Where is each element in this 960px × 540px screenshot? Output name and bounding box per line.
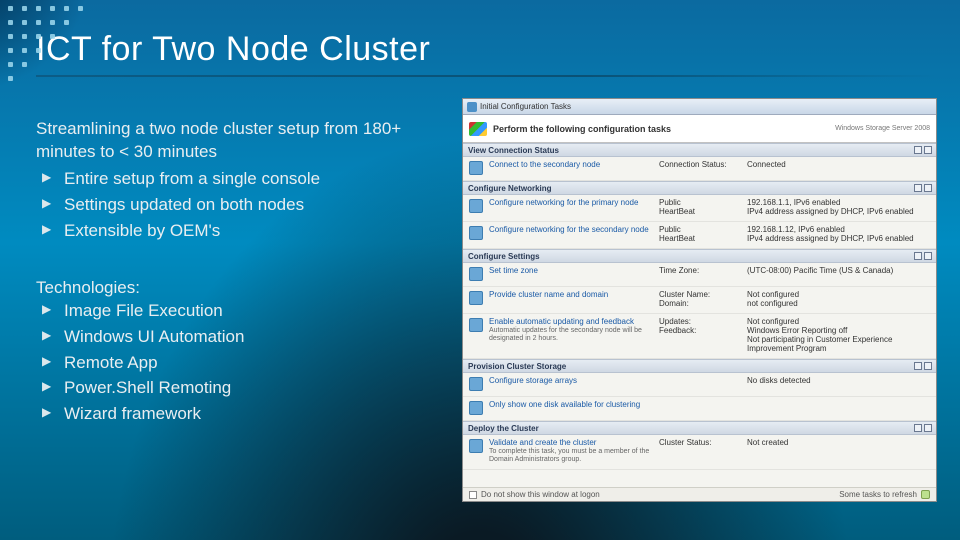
- footer-left-text: Do not show this window at logon: [481, 490, 600, 499]
- section-btn-icon: [924, 184, 932, 192]
- task-icon: [469, 291, 483, 305]
- section-header: Deploy the Cluster: [463, 421, 936, 435]
- task-key: Time Zone:: [659, 266, 747, 275]
- window-title: Initial Configuration Tasks: [480, 102, 571, 111]
- config-row: Connect to the secondary nodeConnection …: [463, 157, 936, 181]
- banner: Perform the following configuration task…: [463, 115, 936, 143]
- section-btn-icon: [924, 424, 932, 432]
- task-key: Updates:Feedback:: [659, 317, 747, 335]
- bullet: Settings updated on both nodes: [36, 194, 436, 217]
- section-btn-icon: [914, 424, 922, 432]
- section-header: View Connection Status: [463, 143, 936, 157]
- section-header: Provision Cluster Storage: [463, 359, 936, 373]
- task-value: 192.168.1.12, IPv6 enabledIPv4 address a…: [747, 225, 930, 243]
- section-header: Configure Settings: [463, 249, 936, 263]
- config-row: Configure networking for the primary nod…: [463, 195, 936, 222]
- task-link: Enable automatic updating and feedback: [489, 317, 659, 327]
- task-link: Configure storage arrays: [489, 376, 659, 386]
- bullet: Power.Shell Remoting: [36, 377, 436, 400]
- task-subtext: To complete this task, you must be a mem…: [489, 448, 659, 465]
- section-btn-icon: [924, 252, 932, 260]
- window-footer: Do not show this window at logon Some ta…: [463, 487, 936, 501]
- title-underline: [36, 75, 938, 77]
- task-link: Configure networking for the primary nod…: [489, 198, 659, 208]
- section-btn-icon: [924, 362, 932, 370]
- task-subtext: Automatic updates for the secondary node…: [489, 327, 659, 344]
- tech-heading: Technologies:: [36, 277, 436, 300]
- bullet: Image File Execution: [36, 300, 436, 323]
- config-row: Enable automatic updating and feedbackAu…: [463, 314, 936, 359]
- product-logo: Windows Storage Server 2008: [835, 125, 930, 132]
- bullet: Extensible by OEM's: [36, 220, 436, 243]
- window-titlebar: Initial Configuration Tasks: [463, 99, 936, 115]
- section-btn-icon: [914, 252, 922, 260]
- task-value: Not configurednot configured: [747, 290, 930, 308]
- task-key: Cluster Name:Domain:: [659, 290, 747, 308]
- task-icon: [469, 377, 483, 391]
- task-icon: [469, 199, 483, 213]
- task-link: Provide cluster name and domain: [489, 290, 659, 300]
- task-value: No disks detected: [747, 376, 930, 385]
- windows-flag-icon: [469, 122, 487, 136]
- slide-title: ICT for Two Node Cluster: [0, 0, 960, 75]
- task-value: Not created: [747, 438, 930, 447]
- task-key: PublicHeartBeat: [659, 198, 747, 216]
- task-icon: [469, 439, 483, 453]
- config-row: Validate and create the clusterTo comple…: [463, 435, 936, 470]
- task-value: Not configuredWindows Error Reporting of…: [747, 317, 930, 353]
- section-btn-icon: [914, 146, 922, 154]
- task-link: Set time zone: [489, 266, 659, 276]
- config-row: Provide cluster name and domainCluster N…: [463, 287, 936, 314]
- section-btn-icon: [924, 146, 932, 154]
- section-btn-icon: [914, 184, 922, 192]
- task-icon: [469, 267, 483, 281]
- task-value: (UTC-08:00) Pacific Time (US & Canada): [747, 266, 930, 275]
- footer-right-text: Some tasks to refresh: [839, 490, 917, 499]
- task-link: Only show one disk available for cluster…: [489, 400, 659, 410]
- checkbox-icon: [469, 491, 477, 499]
- bullets-primary: Entire setup from a single console Setti…: [36, 168, 436, 243]
- config-row: Configure storage arrays No disks detecte…: [463, 373, 936, 397]
- task-icon: [469, 401, 483, 415]
- bullet: Windows UI Automation: [36, 326, 436, 349]
- config-row: Set time zoneTime Zone:(UTC-08:00) Pacif…: [463, 263, 936, 287]
- section-header: Configure Networking: [463, 181, 936, 195]
- task-icon: [469, 226, 483, 240]
- slide-body: Streamlining a two node cluster setup fr…: [36, 118, 436, 429]
- refresh-icon: [921, 490, 930, 499]
- task-link: Connect to the secondary node: [489, 160, 659, 170]
- section-btn-icon: [914, 362, 922, 370]
- task-icon: [469, 318, 483, 332]
- bullet: Entire setup from a single console: [36, 168, 436, 191]
- app-icon: [467, 102, 477, 112]
- banner-text: Perform the following configuration task…: [493, 124, 671, 134]
- task-value: Connected: [747, 160, 930, 169]
- embedded-screenshot: Initial Configuration Tasks Perform the …: [462, 98, 937, 502]
- task-key: Cluster Status:: [659, 438, 747, 447]
- config-row: Only show one disk available for cluster…: [463, 397, 936, 421]
- bullet: Remote App: [36, 352, 436, 375]
- task-key: PublicHeartBeat: [659, 225, 747, 243]
- bullets-tech: Image File Execution Windows UI Automati…: [36, 300, 436, 427]
- lead-text: Streamlining a two node cluster setup fr…: [36, 118, 436, 164]
- task-key: Connection Status:: [659, 160, 747, 169]
- bullet: Wizard framework: [36, 403, 436, 426]
- task-value: 192.168.1.1, IPv6 enabledIPv4 address as…: [747, 198, 930, 216]
- screenshot-body: View Connection StatusConnect to the sec…: [463, 143, 936, 487]
- task-link: Validate and create the cluster: [489, 438, 659, 448]
- task-icon: [469, 161, 483, 175]
- config-row: Configure networking for the secondary n…: [463, 222, 936, 249]
- task-link: Configure networking for the secondary n…: [489, 225, 659, 235]
